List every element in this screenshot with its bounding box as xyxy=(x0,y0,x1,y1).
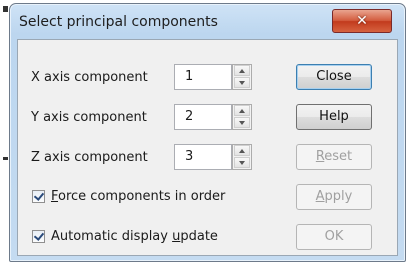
close-button[interactable]: Close xyxy=(296,64,372,90)
spin-arrows xyxy=(232,104,252,130)
z-axis-component-spinner: 3 xyxy=(174,144,254,170)
arrow-down-icon xyxy=(239,161,245,165)
edge-mark xyxy=(3,157,8,160)
arrow-up-icon xyxy=(239,149,245,153)
spin-up-button[interactable] xyxy=(234,145,250,156)
reset-button[interactable]: Reset xyxy=(296,144,372,170)
spin-arrows xyxy=(232,64,252,90)
arrow-down-icon xyxy=(239,121,245,125)
z-axis-component-label: Z axis component xyxy=(31,150,148,165)
force-order-label: Force components in order xyxy=(51,189,226,204)
close-window-button[interactable]: ✕ xyxy=(332,9,392,33)
help-button[interactable]: Help xyxy=(296,104,372,130)
z-axis-component-field[interactable]: 3 xyxy=(174,144,232,170)
arrow-down-icon xyxy=(239,81,245,85)
y-axis-component-label: Y axis component xyxy=(31,110,147,125)
spin-down-button[interactable] xyxy=(234,157,250,168)
close-icon: ✕ xyxy=(356,13,368,29)
y-axis-component-spinner: 2 xyxy=(174,104,254,130)
spin-arrows xyxy=(232,144,252,170)
spin-up-button[interactable] xyxy=(234,105,250,116)
arrow-up-icon xyxy=(239,109,245,113)
apply-button[interactable]: Apply xyxy=(296,184,372,210)
spin-up-button[interactable] xyxy=(234,65,250,76)
x-axis-component-field[interactable]: 1 xyxy=(174,64,232,90)
edge-mark xyxy=(3,6,8,12)
select-principal-components-dialog: Select principal components ✕ X axis com… xyxy=(9,3,406,262)
dialog-title: Select principal components xyxy=(19,14,218,30)
dialog-client-area: X axis component 1 Y axis component 2 Z … xyxy=(17,39,398,256)
background-window-edge xyxy=(0,0,9,266)
auto-update-checkbox[interactable] xyxy=(32,230,45,243)
spin-down-button[interactable] xyxy=(234,77,250,88)
y-axis-component-field[interactable]: 2 xyxy=(174,104,232,130)
force-order-checkbox[interactable] xyxy=(32,190,45,203)
x-axis-component-spinner: 1 xyxy=(174,64,254,90)
x-axis-component-label: X axis component xyxy=(31,70,148,85)
arrow-up-icon xyxy=(239,69,245,73)
spin-down-button[interactable] xyxy=(234,117,250,128)
auto-update-label: Automatic display update xyxy=(51,229,218,244)
ok-button[interactable]: OK xyxy=(296,224,372,250)
